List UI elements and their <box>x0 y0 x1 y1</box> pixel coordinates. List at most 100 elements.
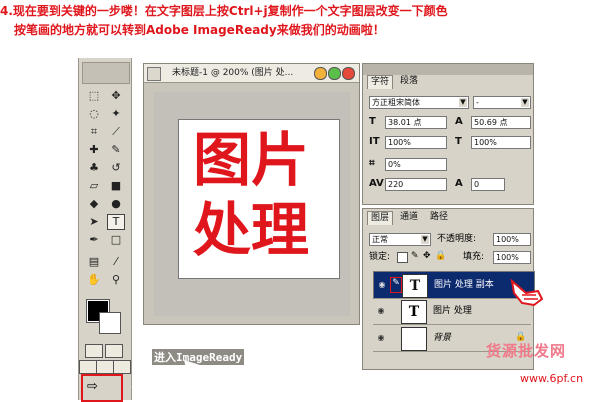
vertical-scale-icon: IT <box>369 136 380 147</box>
blend-mode-select[interactable]: 正常 ▼ <box>369 233 431 246</box>
background-layer-thumb <box>401 327 427 351</box>
lock-transparency-checkbox[interactable] <box>397 252 408 263</box>
notes-tool-icon[interactable]: ▤ <box>85 254 103 270</box>
text-layer-thumb: T <box>402 274 428 298</box>
chevron-down-icon: ▼ <box>459 98 467 107</box>
tracking-icon: AV <box>369 178 384 189</box>
canvas-text-line-2: 处理 <box>193 196 310 264</box>
font-family-select[interactable]: 方正粗宋简体 ▼ <box>369 96 469 109</box>
kerning-value: 0% <box>388 160 401 169</box>
crop-tool-icon[interactable]: ⌗ <box>85 124 103 140</box>
lock-brush-icon[interactable]: ✎ <box>411 251 419 261</box>
history-brush-tool-icon[interactable]: ↺ <box>107 160 125 176</box>
leading-field[interactable]: 50.69 点 <box>471 116 531 129</box>
font-family-value: 方正粗宋简体 <box>372 98 420 107</box>
panel-title-bar <box>363 64 533 75</box>
leading-value: 50.69 点 <box>474 118 508 127</box>
pointer-arrow-icon <box>131 360 200 390</box>
opacity-field[interactable]: 100% <box>493 233 531 246</box>
eye-icon[interactable]: ◉ <box>376 333 386 343</box>
site-watermark: www.6pf.cn <box>520 372 584 385</box>
tracking-field[interactable]: 220 <box>385 178 447 191</box>
document-title: 未标题-1 @ 200% (图片 处... <box>172 68 294 78</box>
path-selection-tool-icon[interactable]: ➤ <box>85 214 103 230</box>
tab-channels[interactable]: 通道 <box>397 211 421 224</box>
tab-paths[interactable]: 路径 <box>427 211 451 224</box>
chevron-down-icon: ▼ <box>521 98 529 107</box>
dodge-tool-icon[interactable]: ● <box>107 196 125 212</box>
instruction-line-2: 按笔画的地方就可以转到Adobe ImageReady来做我们的动画啦！ <box>14 23 385 37</box>
marquee-tool-icon[interactable]: ⬚ <box>85 88 103 104</box>
leading-icon: A <box>455 116 463 127</box>
layer-name: 图片 处理 <box>433 306 472 316</box>
zoom-tool-icon[interactable]: ⚲ <box>107 272 125 288</box>
baseline-icon: A <box>455 178 463 189</box>
brush-tool-icon[interactable]: ✎ <box>107 142 125 158</box>
brand-watermark: 货源批发网 <box>486 342 567 360</box>
lock-all-icon[interactable]: 🔒 <box>435 251 446 261</box>
horizontal-scale-field[interactable]: 100% <box>471 136 531 149</box>
chevron-down-icon: ▼ <box>421 235 429 244</box>
instruction-text: 4.现在要到关键的一步喽！在文字图层上按Ctrl+j复制作一个文字图层改变一下颜… <box>0 0 600 50</box>
font-style-value: - <box>476 98 479 107</box>
tracking-value: 220 <box>388 180 404 189</box>
tab-layers[interactable]: 图层 <box>367 211 394 225</box>
text-layer-thumb: T <box>401 300 427 324</box>
font-size-field[interactable]: 38.01 点 <box>385 116 447 129</box>
kerning-field[interactable]: 0% <box>385 158 447 171</box>
brush-link-icon: ✎ <box>390 277 402 293</box>
canvas[interactable]: 图片 处理 <box>178 119 340 279</box>
hand-tool-icon[interactable]: ✋ <box>85 272 103 288</box>
layer-name: 图片 处理 副本 <box>434 280 494 290</box>
fill-value: 100% <box>496 253 519 262</box>
canvas-text-line-1: 图片 <box>193 126 310 194</box>
pen-tool-icon[interactable]: ✒ <box>85 232 103 248</box>
healing-brush-tool-icon[interactable]: ✚ <box>85 142 103 158</box>
fill-field[interactable]: 100% <box>493 251 531 264</box>
eyedropper-tool-icon[interactable]: ⁄ <box>107 254 125 270</box>
imageready-icon: ⇨ <box>87 379 98 394</box>
baseline-value: 0 <box>474 180 480 189</box>
quickmask-mode-button[interactable] <box>105 344 123 358</box>
tab-character[interactable]: 字符 <box>367 75 394 89</box>
hand-cursor-icon <box>510 278 544 307</box>
maximize-icon[interactable] <box>328 67 341 80</box>
minimize-icon[interactable] <box>314 67 327 80</box>
font-style-select[interactable]: - ▼ <box>473 96 531 109</box>
lock-move-icon[interactable]: ✥ <box>423 251 431 261</box>
blend-mode-value: 正常 <box>372 235 388 244</box>
instruction-line-1: 4.现在要到关键的一步喽！在文字图层上按Ctrl+j复制作一个文字图层改变一下颜… <box>0 4 448 18</box>
gradient-tool-icon[interactable]: ■ <box>107 178 125 194</box>
tab-paragraph[interactable]: 段落 <box>397 75 421 88</box>
blur-tool-icon[interactable]: ◆ <box>85 196 103 212</box>
slice-tool-icon[interactable]: ⟋ <box>107 124 125 140</box>
lasso-tool-icon[interactable]: ◌ <box>85 106 103 122</box>
jump-to-imageready-button[interactable]: ⇨ <box>81 374 123 402</box>
close-icon[interactable] <box>342 67 355 80</box>
screen-mode-standard-button[interactable] <box>79 360 97 374</box>
opacity-label: 不透明度: <box>437 234 477 244</box>
eye-icon[interactable]: ◉ <box>377 280 387 290</box>
document-window: 未标题-1 @ 200% (图片 处... 图片 处理 <box>143 63 360 325</box>
kerning-icon: ⌗ <box>369 158 375 169</box>
type-tool-icon[interactable]: T <box>107 214 125 230</box>
eye-icon[interactable]: ◉ <box>376 306 386 316</box>
eraser-tool-icon[interactable]: ▱ <box>85 178 103 194</box>
baseline-field[interactable]: 0 <box>471 178 505 191</box>
photoshop-doc-icon <box>147 67 161 81</box>
horizontal-scale-value: 100% <box>474 138 497 147</box>
fill-label: 填充: <box>463 252 485 262</box>
vertical-scale-field[interactable]: 100% <box>385 136 447 149</box>
shape-tool-icon[interactable]: □ <box>107 232 125 248</box>
canvas-area: 图片 处理 <box>154 92 350 316</box>
toolbox: ⬚ ✥ ◌ ✦ ⌗ ⟋ ✚ ✎ ♣ ↺ ▱ ■ ◆ ● ➤ T ✒ □ ▤ ⁄ … <box>78 58 132 402</box>
screen-mode-menu-button[interactable] <box>96 360 114 374</box>
font-size-icon: T <box>369 116 376 127</box>
lock-label: 锁定: <box>369 252 391 262</box>
move-tool-icon[interactable]: ✥ <box>107 88 125 104</box>
background-color-swatch[interactable] <box>99 312 121 334</box>
clone-stamp-tool-icon[interactable]: ♣ <box>85 160 103 176</box>
standard-mode-button[interactable] <box>85 344 103 358</box>
magic-wand-tool-icon[interactable]: ✦ <box>107 106 125 122</box>
character-panel: 字符 段落 方正粗宋简体 ▼ - ▼ T 38.01 点 A 50.69 点 IT … <box>362 63 534 205</box>
